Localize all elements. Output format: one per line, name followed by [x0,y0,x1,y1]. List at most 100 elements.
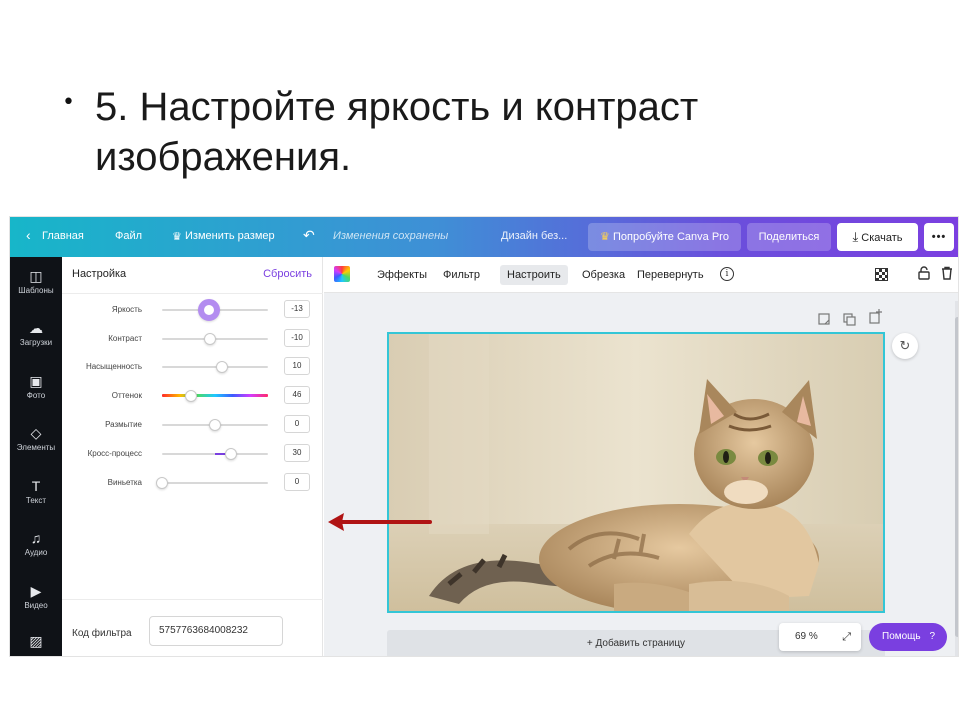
slider-handle[interactable] [184,390,197,402]
slider-row: Яркость -13 [62,299,323,321]
info-icon[interactable]: i [720,267,734,281]
rail-label: Видео [24,601,48,610]
slider-value-input[interactable]: 0 [284,415,310,433]
help-button[interactable]: Помощь ? [869,623,947,651]
share-button[interactable]: Поделиться [747,223,831,251]
download-icon: ⤓ [852,229,859,244]
rail-item-background[interactable]: ▨ [10,633,62,651]
cat-photo-illustration [389,334,883,611]
slider-label: Насыщенность [85,362,142,371]
question-icon: ? [929,631,935,642]
slider-track[interactable] [162,366,268,368]
slider-handle[interactable] [216,361,229,373]
rail-item-video[interactable]: ▶ Видео [10,583,62,610]
cat-photo[interactable] [387,332,885,613]
resize-button[interactable]: Изменить размер [185,230,275,242]
home-link[interactable]: Главная [42,230,84,242]
slide-title: 5. Настройте яркость и контраст изображе… [95,82,875,182]
slider-row: Виньетка 0 [62,472,323,492]
design-title[interactable]: Дизайн без... [501,230,567,242]
slider-handle[interactable] [224,448,237,460]
slider-value-input[interactable]: -13 [284,300,310,318]
slide-title-line-1: 5. Настройте яркость и контраст [95,85,699,129]
add-page-icon[interactable] [869,309,883,327]
slider-value-input[interactable]: -10 [284,329,310,347]
slider-handle[interactable] [209,419,221,431]
duplicate-page-icon[interactable] [843,313,856,329]
lock-icon[interactable] [918,266,930,283]
divider [62,293,323,294]
page-notes-icon[interactable] [818,313,830,328]
back-arrow-icon[interactable]: ‹ [26,227,31,243]
slider-row: Контраст -10 [62,328,323,348]
crop-button[interactable]: Обрезка [575,265,632,285]
filter-button[interactable]: Фильтр [436,265,487,285]
slider-label: Размытие [105,420,142,429]
rail-item-photos[interactable]: ▣ Фото [10,373,62,400]
rail-label: Загрузки [19,338,53,347]
trash-icon[interactable] [941,266,953,283]
slider-value-input[interactable]: 30 [284,444,310,462]
rail-label: Текст [25,496,47,505]
upload-icon: ☁ [29,320,43,336]
slider-value-input[interactable]: 0 [284,473,310,491]
rail-label: Фото [26,391,46,400]
reset-button[interactable]: Сбросить [263,268,312,280]
slider-value-input[interactable]: 46 [284,386,310,404]
slider-value-input[interactable]: 10 [284,357,310,375]
top-bar: ‹ Главная Файл ♛ Изменить размер ↶ Измен… [10,217,958,257]
try-pro-label: Попробуйте Canva Pro [612,231,729,243]
color-picker-icon[interactable] [334,266,350,282]
download-button[interactable]: ⤓ Скачать [837,223,918,251]
rail-item-audio[interactable]: ♫ Аудио [10,530,62,557]
transparency-icon[interactable] [875,268,888,281]
try-pro-button[interactable]: ♛ Попробуйте Canva Pro [588,223,741,251]
zoom-control[interactable]: 69 % ⤢ [779,623,861,651]
canva-editor-screenshot: ‹ Главная Файл ♛ Изменить размер ↶ Измен… [9,216,959,657]
video-icon: ▶ [30,583,42,599]
slider-label: Оттенок [111,391,142,400]
slider-handle[interactable] [197,299,220,321]
rail-item-text[interactable]: T Текст [10,478,62,505]
scrollbar-thumb[interactable] [955,317,958,637]
slider-handle[interactable] [156,477,168,489]
rail-label: Элементы [16,443,56,452]
canvas-area: Эффекты Фильтр Настроить Обрезка Перевер… [324,257,958,656]
filter-code-label: Код фильтра [72,628,132,639]
slide-bullet: • [62,90,75,115]
file-menu[interactable]: Файл [115,230,142,242]
rail-label: Шаблоны [18,286,54,295]
slider-row: Оттенок 46 [62,385,323,405]
layout-icon: ◫ [29,268,43,284]
slide-title-line-2: изображения. [95,135,352,179]
slider-handle[interactable] [203,333,216,345]
fullscreen-icon[interactable]: ⤢ [842,623,851,651]
flip-button[interactable]: Перевернуть [630,265,711,285]
filter-code-input[interactable]: 5757763684008232 [149,616,283,646]
annotation-arrow [328,513,432,531]
effects-button[interactable]: Эффекты [370,265,434,285]
slider-label: Кросс-процесс [87,449,142,458]
adjust-panel: Настройка Сбросить Яркость -13 Контраст -10… [62,257,323,656]
rail-item-elements[interactable]: ◇ Элементы [10,425,62,452]
adjust-button[interactable]: Настроить [500,265,568,285]
more-options-button[interactable]: ••• [924,223,954,251]
filter-code-section: Код фильтра 5757763684008232 [62,599,323,656]
rotate-icon[interactable]: ↻ [892,333,918,359]
background-icon: ▨ [29,633,43,649]
slider-row: Размытие 0 [62,414,323,434]
rail-item-uploads[interactable]: ☁ Загрузки [10,320,62,347]
slider-row: Насыщенность 10 [62,356,323,376]
zoom-level: 69 % [795,631,818,642]
crown-icon: ♛ [172,231,182,243]
rail-label: Аудио [24,548,48,557]
save-status: Изменения сохранены [333,230,449,242]
undo-icon[interactable]: ↶ [303,227,315,244]
side-rail: ◫ Шаблоны ☁ Загрузки ▣ Фото ◇ Элементы T… [10,257,62,656]
rail-item-templates[interactable]: ◫ Шаблоны [10,268,62,295]
crown-icon: ♛ [600,231,610,243]
slider-track[interactable] [162,394,268,397]
text-icon: T [31,478,41,494]
slider-label: Яркость [111,305,142,314]
slider-track[interactable] [162,482,268,484]
